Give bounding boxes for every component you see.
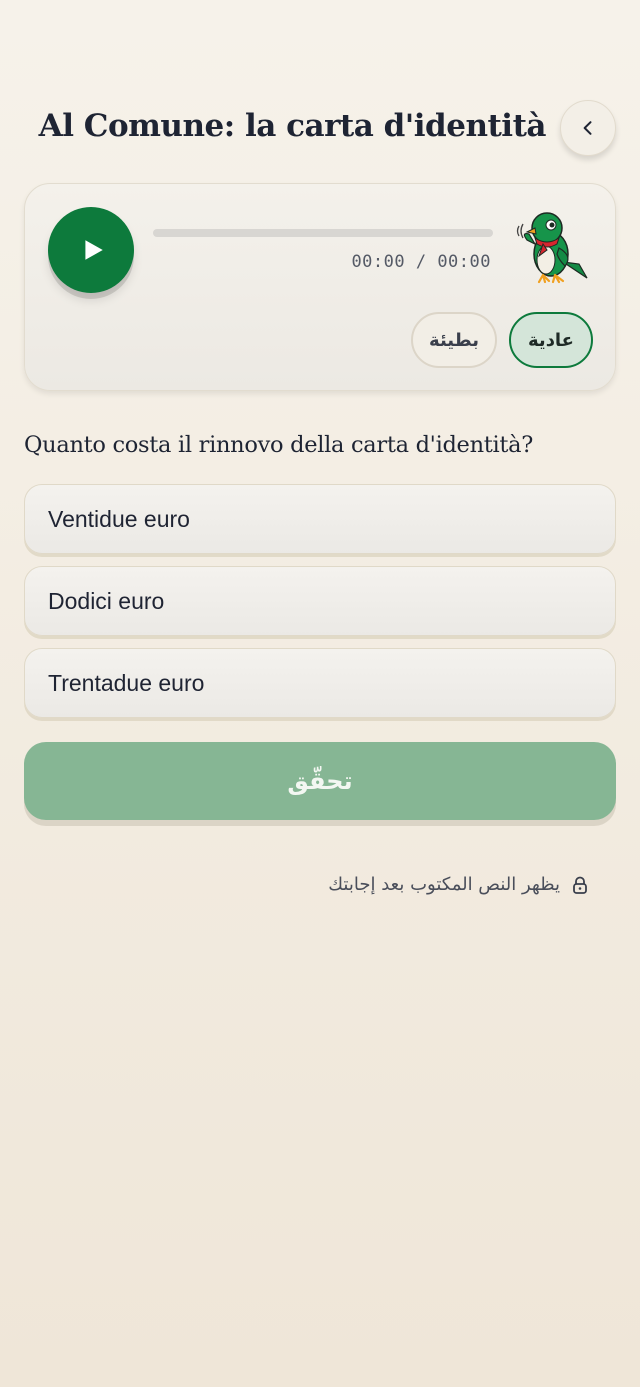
audio-player-card: 00:00 / 00:00 عادية بطيئة	[24, 183, 616, 391]
speed-slow-button[interactable]: بطيئة	[411, 312, 497, 368]
header: Al Comune: la carta d'identità	[24, 100, 616, 160]
answer-option[interactable]: Dodici euro	[24, 566, 616, 636]
speed-normal-button[interactable]: عادية	[509, 312, 593, 368]
audio-progress-bar[interactable]	[153, 229, 493, 237]
back-button[interactable]	[560, 100, 616, 156]
chevron-left-icon	[583, 121, 592, 135]
question-text: Quanto costa il rinnovo della carta d'id…	[24, 432, 534, 458]
hint-text: يظهر النص المكتوب بعد إجابتك	[328, 874, 560, 895]
play-icon	[85, 240, 103, 260]
check-button[interactable]: تحقّق	[24, 742, 616, 820]
lock-icon	[573, 876, 587, 894]
answer-option[interactable]: Trentadue euro	[24, 648, 616, 718]
play-button[interactable]	[48, 207, 134, 293]
answer-option[interactable]: Ventidue euro	[24, 484, 616, 554]
page-title: Al Comune: la carta d'identità	[38, 108, 547, 144]
transcript-hint: يظهر النص المكتوب بعد إجابتك	[328, 874, 588, 895]
time-display: 00:00 / 00:00	[351, 252, 491, 272]
bird-mascot-icon	[516, 212, 588, 284]
